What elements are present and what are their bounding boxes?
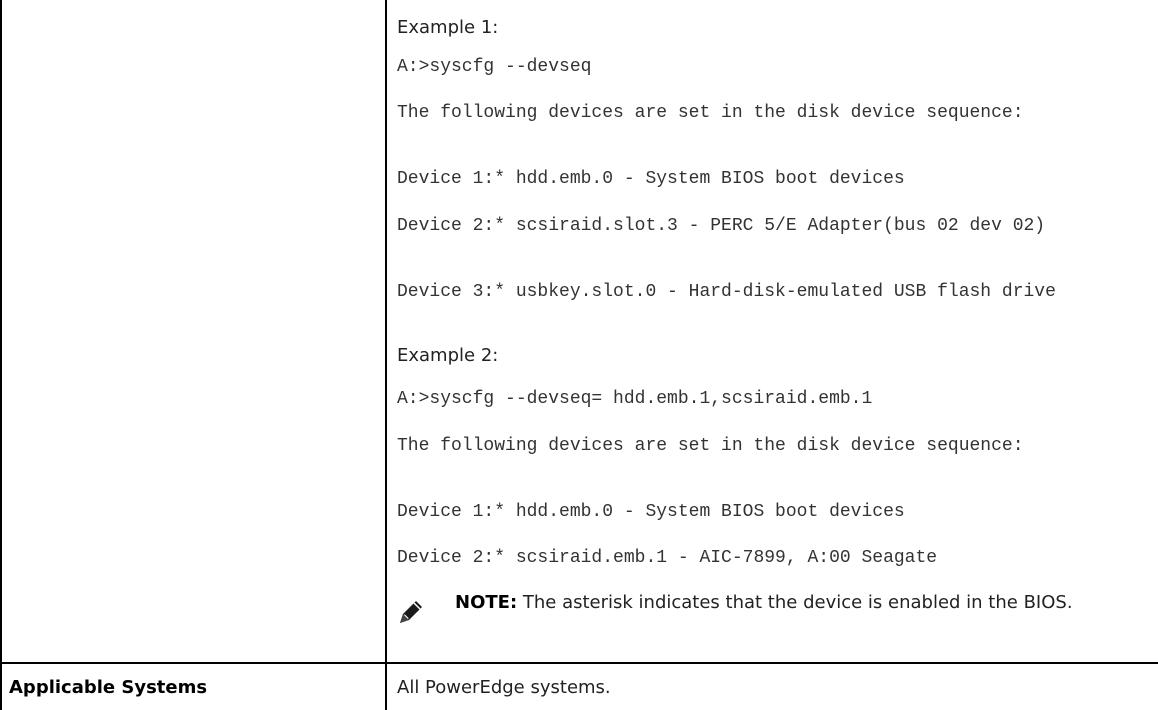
example2-device-1: Device 1:* hdd.emb.0 - System BIOS boot … [397, 502, 905, 522]
example2-device-2: Device 2:* scsiraid.emb.1 - AIC-7899, A:… [397, 548, 938, 568]
note-box: NOTE: The asterisk indicates that the de… [397, 592, 1075, 626]
note-label: NOTE: [455, 592, 518, 613]
table-row-divider [0, 662, 1158, 664]
applicable-systems-label: Applicable Systems [9, 677, 208, 698]
example1-device-3: Device 3:* usbkey.slot.0 - Hard-disk-emu… [397, 282, 1056, 302]
example1-command: A:>syscfg --devseq [397, 57, 592, 77]
pencil-icon [397, 598, 425, 626]
note-text: NOTE: The asterisk indicates that the de… [455, 592, 1075, 614]
note-body: The asterisk indicates that the device i… [522, 592, 1073, 613]
example1-intro: The following devices are set in the dis… [397, 103, 1024, 123]
example1-device-2: Device 2:* scsiraid.slot.3 - PERC 5/E Ad… [397, 216, 1046, 236]
table-column-divider [385, 0, 387, 710]
example2-command: A:>syscfg --devseq= hdd.emb.1,scsiraid.e… [397, 389, 873, 409]
table-left-border [0, 0, 2, 710]
example2-intro: The following devices are set in the dis… [397, 436, 1024, 456]
example2-heading: Example 2: [397, 345, 499, 366]
example1-device-1: Device 1:* hdd.emb.0 - System BIOS boot … [397, 169, 905, 189]
example1-heading: Example 1: [397, 17, 499, 38]
applicable-systems-value: All PowerEdge systems. [397, 677, 611, 698]
